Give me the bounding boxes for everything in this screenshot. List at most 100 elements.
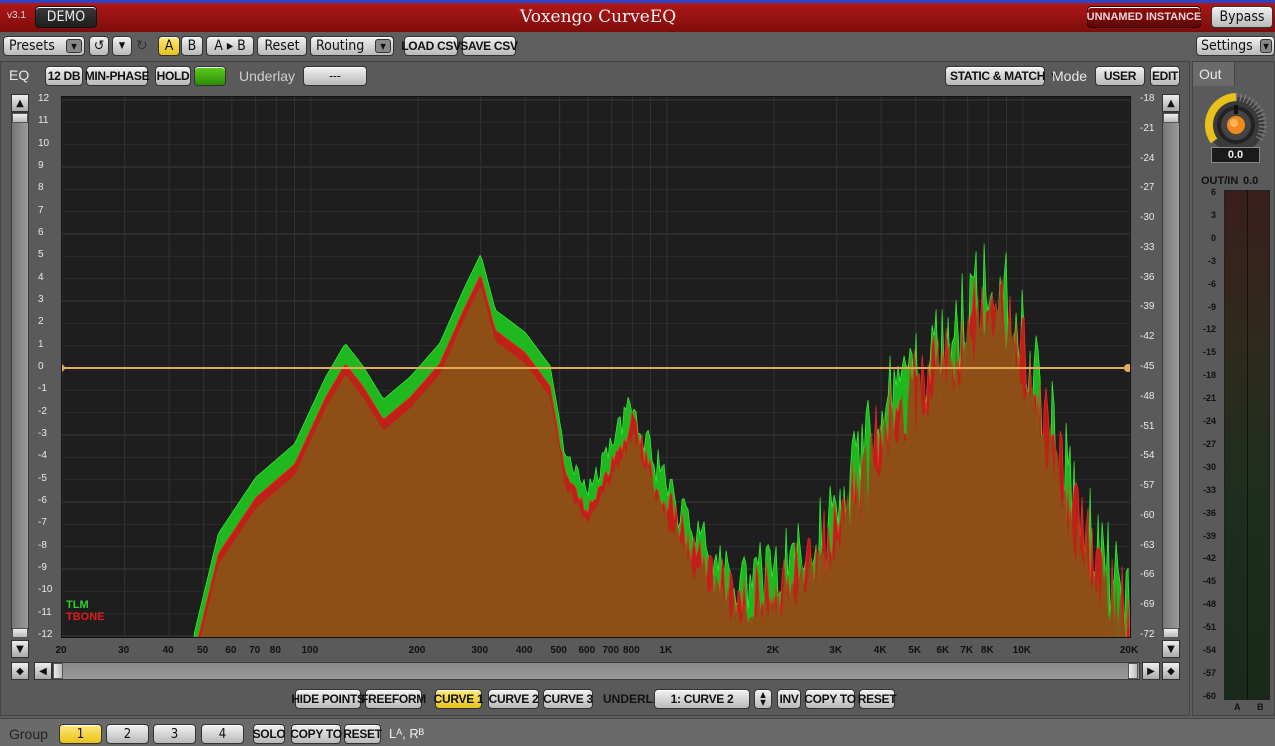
scroll-up-arrow-icon[interactable]: ▲ [11,94,29,112]
scroll-thumb-top[interactable] [1163,113,1179,123]
right-tick-label: -48 [1140,390,1155,402]
chevron-down-icon[interactable]: ▼ [112,36,132,56]
reset-button[interactable]: Reset [257,36,307,56]
freq-tick-label: 8K [980,645,994,656]
freq-tick-label: 400 [515,645,533,656]
instance-name[interactable]: UNNAMED INSTANCE [1087,6,1201,28]
scroll-down-arrow-icon[interactable]: ▼ [11,640,29,658]
preset-a-button[interactable]: A [158,36,180,56]
meter-tick-label: 6 [1210,187,1216,197]
meter-tick-label: -48 [1202,599,1216,610]
group-2-button[interactable]: 2 [106,724,149,744]
freq-tick-label: 20 [55,645,67,656]
out-tab[interactable]: Out [1193,62,1235,86]
meter-tick-label: -42 [1202,553,1216,564]
scroll-right-arrow-icon[interactable]: ▶ [1142,662,1160,680]
meter-tick-label: -3 [1207,255,1216,266]
left-tick-label: 5 [38,249,44,261]
freq-tick-label: 100 [301,645,319,656]
horizontal-scrollbar[interactable] [52,662,1140,680]
out-label: Out [1199,66,1222,82]
right-tick-label: -57 [1140,480,1155,492]
settings-dropdown[interactable]: Settings ▼ [1196,36,1275,56]
group-3-button[interactable]: 3 [153,724,196,744]
a-to-b-button[interactable]: A ▸ B [206,36,254,56]
freq-tick-label: 5K [908,645,922,656]
left-tick-label: -3 [38,428,47,439]
up-down-stepper-icon[interactable]: ▲ ▼ [754,689,772,709]
range-12db-button[interactable]: 12 DB [45,66,83,86]
curve1-button[interactable]: CURVE 1 [434,689,484,709]
hide-points-button[interactable]: HIDE POINTS [291,689,365,709]
undo-icon[interactable]: ↺ [89,36,109,56]
redo-icon[interactable]: ↻ [136,38,148,54]
group-reset-button[interactable]: RESET [343,724,382,744]
presets-dropdown[interactable]: Presets ▼ [3,36,85,56]
invert-button[interactable]: INV [777,689,801,709]
vertical-scrollbar-left[interactable] [11,112,29,630]
routing-label: Routing [316,38,365,54]
preset-b-button[interactable]: B [181,36,203,56]
curve-reset-button[interactable]: RESET [858,689,897,709]
min-phase-button[interactable]: MIN-PHASE [85,66,150,86]
scroll-thumb-bottom[interactable] [1163,628,1179,638]
hold-button[interactable]: HOLD [155,66,191,86]
mode-user-button[interactable]: USER [1095,66,1145,86]
group-label: Group [9,726,48,742]
freq-tick-label: 40 [162,645,174,656]
left-tick-label: 2 [38,316,44,328]
copy-to-button[interactable]: COPY TO [804,689,856,709]
scroll-left-arrow-icon[interactable]: ◀ [34,662,52,680]
freq-tick-label: 300 [471,645,489,656]
freeform-button[interactable]: FREEFORM [361,689,426,709]
left-tick-label: 0 [38,361,44,372]
overlap-spectrum [200,283,1125,637]
scroll-thumb-top[interactable] [12,113,28,123]
eq-curve-start-handle[interactable] [62,364,66,372]
output-gain-knob[interactable] [1203,93,1267,153]
left-tick-label: -11 [38,606,52,618]
vertical-scrollbar-right[interactable] [1162,112,1180,630]
freq-tick-label: 20K [1119,645,1139,656]
meter-tick-label: -30 [1202,461,1216,472]
group-4-button[interactable]: 4 [201,724,244,744]
load-csv-button[interactable]: LOAD CSV [401,36,461,56]
scroll-thumb-left[interactable] [53,663,63,679]
left-tick-label: -7 [38,517,47,529]
left-tick-label: 7 [38,204,44,216]
zoom-diamond-icon[interactable]: ◆ [1162,662,1180,680]
scroll-up-arrow-icon[interactable]: ▲ [1162,94,1180,112]
scroll-thumb-bottom[interactable] [12,628,28,638]
group-copy-to-button[interactable]: COPY TO [290,724,342,744]
curve3-button[interactable]: CURVE 3 [543,689,593,709]
save-csv-button[interactable]: SAVE CSV [460,36,518,56]
group-1-button[interactable]: 1 [59,724,102,744]
solo-button[interactable]: SOLO [253,724,286,744]
channel-routing-label: Lᴬ, Rᴮ [389,726,425,741]
eq-curve-end-handle[interactable] [1124,364,1131,372]
meter-tick-label: -15 [1202,347,1216,358]
curve2-button[interactable]: CURVE 2 [488,689,539,709]
zoom-diamond-icon[interactable]: ◆ [11,662,29,680]
freq-tick-label: 200 [408,645,426,656]
underlay-label: Underlay [239,68,296,84]
scroll-thumb-right[interactable] [1128,663,1138,679]
mode-label: Mode [1052,68,1088,84]
routing-dropdown[interactable]: Routing ▼ [310,36,394,56]
freq-tick-label: 30 [118,645,130,656]
eq-graph[interactable]: TLM TBONE [61,96,1131,638]
underlay-curve-select[interactable]: 1: CURVE 2 [654,689,750,709]
underlay-select[interactable]: --- [303,66,367,86]
scroll-down-arrow-icon[interactable]: ▼ [1162,640,1180,658]
bypass-button[interactable]: Bypass [1211,6,1273,28]
demo-button[interactable]: DEMO [35,6,97,28]
legend: TLM TBONE [66,599,105,623]
static-match-dropdown[interactable]: STATIC & MATCH ▼ [945,66,1059,86]
meter-tick-label: -24 [1202,416,1216,426]
legend-tbone: TBONE [66,611,105,623]
edit-button[interactable]: EDIT [1150,66,1180,86]
right-tick-label: -18 [1140,93,1155,104]
output-gain-value[interactable]: 0.0 [1211,147,1260,163]
spectrum-toggle[interactable] [194,66,226,86]
freq-tick-label: 60 [225,645,237,656]
